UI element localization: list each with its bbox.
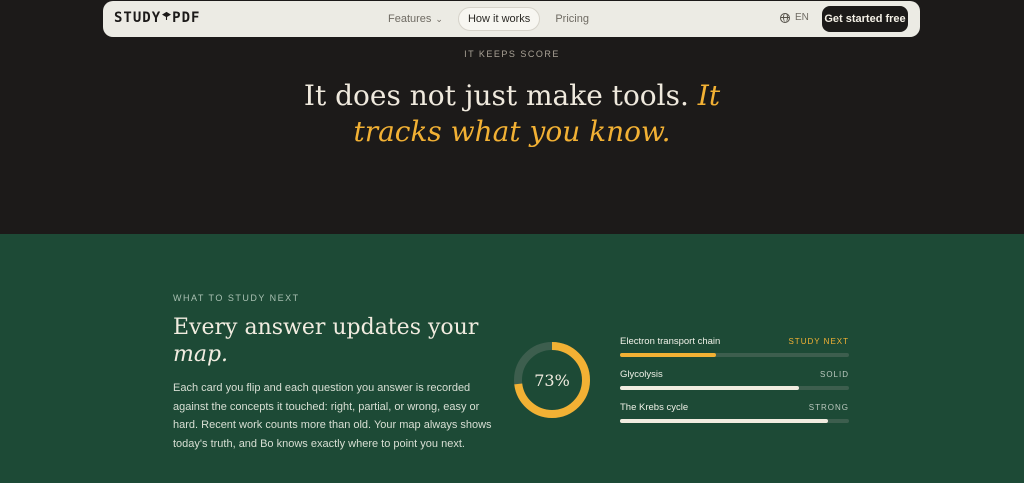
- chevron-down-icon: ⌄: [435, 13, 443, 24]
- top-nav: STUDY PDF Features ⌄ How it works Pricin…: [103, 1, 920, 37]
- concept-status: STRONG: [808, 403, 849, 412]
- concept-bar-fill: [620, 386, 799, 390]
- get-started-button[interactable]: Get started free: [822, 6, 908, 32]
- concept-row: Electron transport chain STUDY NEXT: [620, 336, 849, 369]
- nav-features[interactable]: Features ⌄: [379, 8, 452, 30]
- concept-name: Glycolysis: [620, 369, 663, 380]
- mastery-ring: 73%: [512, 340, 592, 420]
- concept-row: The Krebs cycle STRONG: [620, 402, 849, 435]
- nav-pricing-label: Pricing: [555, 13, 589, 25]
- hero-headline: It does not just make tools. It tracks w…: [262, 78, 762, 150]
- concept-name: Electron transport chain: [620, 336, 721, 347]
- language-switcher[interactable]: EN: [780, 12, 809, 23]
- concept-row: Glycolysis SOLID: [620, 369, 849, 402]
- study-body: Each card you flip and each question you…: [173, 382, 492, 450]
- study-title: Every answer updates your map.: [173, 314, 493, 368]
- nav-how-it-works-label: How it works: [467, 13, 531, 25]
- graduation-cap-icon: [162, 11, 172, 20]
- hero-headline-plain: It does not just make tools.: [303, 79, 689, 112]
- logo-text-end: PDF: [172, 10, 201, 26]
- logo[interactable]: STUDY PDF: [114, 10, 200, 26]
- nav-links: Features ⌄ How it works Pricing: [379, 7, 598, 31]
- concept-bar-fill: [620, 353, 717, 357]
- nav-pricing[interactable]: Pricing: [546, 8, 598, 30]
- concept-status: STUDY NEXT: [788, 337, 849, 346]
- concept-bar-track: [620, 386, 849, 390]
- study-title-italic: map.: [173, 342, 229, 367]
- concept-bar-fill: [620, 419, 829, 423]
- logo-text-start: STUDY: [114, 10, 162, 26]
- nav-how-it-works[interactable]: How it works: [457, 7, 541, 31]
- language-label: EN: [795, 12, 809, 23]
- study-title-plain: Every answer updates your: [173, 315, 479, 340]
- concept-bar-track: [620, 353, 849, 357]
- globe-icon: [780, 12, 790, 23]
- concept-bar-track: [620, 419, 849, 423]
- nav-features-label: Features: [388, 13, 432, 25]
- concept-status: SOLID: [819, 370, 849, 379]
- concept-list: Electron transport chain STUDY NEXT Glyc…: [620, 336, 849, 435]
- hero-eyebrow: IT KEEPS SCORE: [464, 49, 560, 59]
- concept-name: The Krebs cycle: [620, 402, 689, 413]
- mastery-percent: 73%: [534, 370, 570, 390]
- study-eyebrow: WHAT TO STUDY NEXT: [173, 293, 300, 303]
